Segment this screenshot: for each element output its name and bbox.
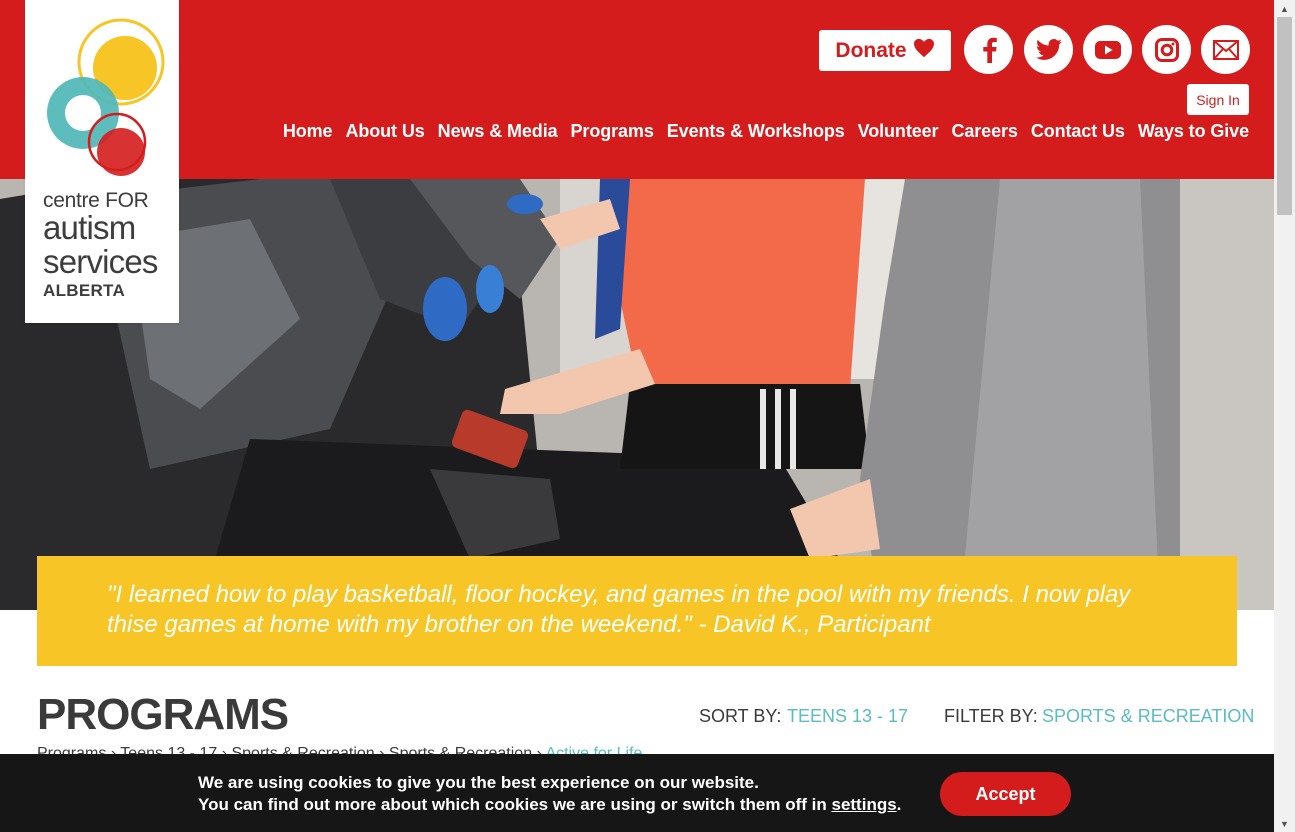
nav-events-workshops[interactable]: Events & Workshops — [667, 121, 845, 142]
logo-line3: services — [43, 243, 158, 280]
nav-home[interactable]: Home — [283, 121, 333, 142]
site-header: Donate Sign In Home About Us News & Medi… — [0, 0, 1274, 179]
scrollbar-thumb[interactable] — [1277, 17, 1292, 215]
cookie-line1: We are using cookies to give you the bes… — [198, 773, 759, 792]
cookie-line2: You can find out more about which cookie… — [198, 794, 901, 816]
cookie-settings-link[interactable]: settings — [831, 795, 896, 814]
cookie-banner: We are using cookies to give you the bes… — [0, 754, 1274, 832]
youtube-icon[interactable] — [1083, 25, 1132, 74]
sort-dropdown[interactable]: TEENS 13 - 17 — [787, 706, 908, 727]
nav-ways-to-give[interactable]: Ways to Give — [1138, 121, 1249, 142]
nav-contact-us[interactable]: Contact Us — [1031, 121, 1125, 142]
accept-cookies-button[interactable]: Accept — [940, 772, 1071, 816]
main-nav: Home About Us News & Media Programs Even… — [283, 121, 1249, 142]
logo-rings-graphic — [47, 18, 165, 176]
gym-treadmill-photo — [0, 179, 1274, 610]
email-icon[interactable] — [1201, 25, 1250, 74]
cookie-line2-text: You can find out more about which cookie… — [198, 795, 832, 814]
page-title: PROGRAMS — [37, 690, 289, 739]
sort-label: SORT BY: — [699, 706, 782, 726]
nav-careers[interactable]: Careers — [951, 121, 1017, 142]
quote-text: "I learned how to play basketball, floor… — [107, 581, 1131, 638]
page-scrollbar[interactable]: ▲ ▼ — [1274, 0, 1295, 832]
twitter-icon[interactable] — [1024, 25, 1073, 74]
facebook-icon[interactable] — [964, 25, 1013, 74]
nav-volunteer[interactable]: Volunteer — [858, 121, 939, 142]
testimonial-quote: "I learned how to play basketball, floor… — [37, 556, 1237, 666]
scroll-down-arrow-icon[interactable]: ▼ — [1274, 815, 1295, 832]
logo-line2: autism — [43, 209, 136, 246]
filter-dropdown[interactable]: SPORTS & RECREATION — [1042, 706, 1254, 727]
cookie-line2-end: . — [896, 795, 902, 814]
cookie-message: We are using cookies to give you the bes… — [198, 772, 901, 816]
donate-button[interactable]: Donate — [819, 30, 951, 71]
heart-icon — [913, 38, 935, 64]
nav-about-us[interactable]: About Us — [345, 121, 424, 142]
logo-line1: centre FOR — [43, 189, 149, 212]
nav-news-media[interactable]: News & Media — [438, 121, 558, 142]
logo-wordmark: centre FOR autism services ALBERTA — [43, 190, 158, 299]
sign-in-button[interactable]: Sign In — [1187, 84, 1249, 115]
donate-label: Donate — [835, 38, 907, 62]
nav-programs[interactable]: Programs — [571, 121, 654, 142]
instagram-icon[interactable] — [1142, 25, 1191, 74]
hero-image — [0, 179, 1274, 610]
scroll-up-arrow-icon[interactable]: ▲ — [1274, 0, 1295, 17]
filter-label: FILTER BY: — [944, 706, 1038, 726]
logo-line4: ALBERTA — [43, 281, 126, 300]
site-logo[interactable]: centre FOR autism services ALBERTA — [25, 0, 179, 323]
